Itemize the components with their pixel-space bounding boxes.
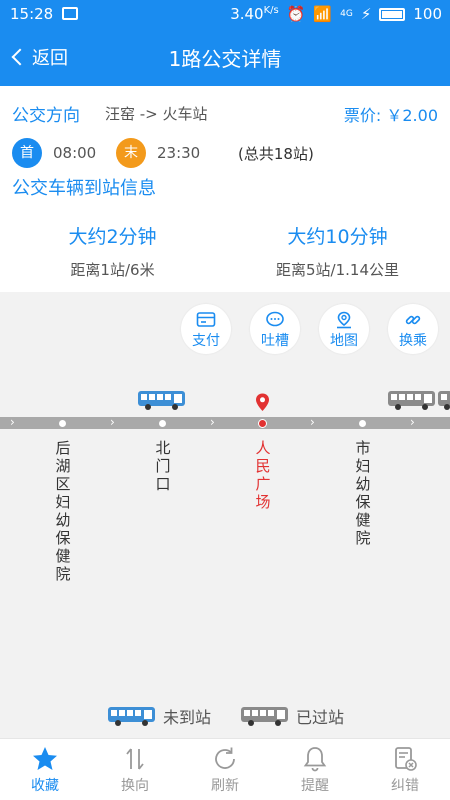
legend-arriving-label: 未到站 — [163, 708, 212, 727]
direction-arrow-icon: › — [410, 415, 415, 429]
first-bus-badge: 首 — [12, 138, 42, 168]
tab-label: 纠错 — [391, 778, 419, 794]
current-stop-marker — [258, 419, 267, 428]
signal-network: 4G — [340, 9, 353, 19]
nav-bar: 返回 1路公交详情 — [0, 28, 450, 86]
last-bus-badge: 末 — [116, 138, 146, 168]
passed-bus-icon — [388, 391, 435, 410]
payment-card-icon — [196, 312, 216, 327]
tab-label: 收藏 — [31, 778, 59, 794]
legend-passed: 已过站 — [240, 704, 344, 728]
network-speed: 3.40K/s — [230, 5, 279, 23]
bus-arrival-item: 大约2分钟 距离1站/6米 — [0, 222, 225, 280]
stop-marker — [59, 420, 66, 427]
map-label: 地图 — [330, 333, 358, 349]
direction-arrow-icon: › — [210, 415, 215, 429]
route-info-panel: 公交方向 汪窑 -> 火车站 票价: ￥2.00 首 08:00 末 23:30… — [0, 86, 450, 292]
map-button[interactable]: 地图 — [319, 304, 369, 354]
arrival-info-title: 公交车辆到站信息 — [12, 178, 156, 199]
first-bus-time: 08:00 — [53, 144, 97, 162]
last-bus-time: 23:30 — [157, 144, 201, 162]
direction-arrow-icon: › — [110, 415, 115, 429]
battery-level: 100 — [413, 5, 442, 23]
incoming-bus-icon — [108, 706, 155, 726]
image-notification-icon — [62, 7, 78, 20]
bell-icon — [303, 747, 327, 772]
alarm-icon: ⏰ — [286, 5, 306, 23]
tab-swap-direction[interactable]: 换向 — [90, 739, 180, 800]
transfer-label: 换乘 — [399, 333, 427, 349]
map-pin-icon — [337, 311, 351, 329]
direction-arrow-icon: › — [10, 415, 15, 429]
location-pin-icon — [256, 393, 269, 411]
bus-eta: 大约10分钟 — [287, 226, 388, 248]
refresh-icon — [215, 747, 235, 769]
route-map[interactable]: 支付 吐槽 地图 换乘 › › › › › 后湖区妇幼保健院 北门口 人民广场 … — [0, 292, 450, 738]
tab-report-error[interactable]: 纠错 — [360, 739, 450, 800]
bottom-tab-bar: 收藏 换向 刷新 提醒 纠错 — [0, 738, 450, 800]
comment-label: 吐槽 — [261, 333, 289, 349]
status-bar: 15:28 3.40K/s ⏰ 📶 4G ⚡ 100 — [0, 0, 450, 28]
passed-bus-icon — [438, 391, 450, 410]
charging-icon: ⚡ — [360, 5, 372, 23]
swap-direction-icon — [126, 748, 144, 770]
legend-arriving: 未到站 — [107, 704, 211, 728]
stop-name[interactable]: 市妇幼保健院 — [355, 439, 371, 547]
bus-eta: 大约2分钟 — [68, 226, 157, 248]
map-legend: 未到站 已过站 — [0, 704, 450, 728]
pay-label: 支付 — [192, 333, 220, 349]
direction-label: 公交方向 — [12, 106, 80, 126]
pay-button[interactable]: 支付 — [181, 304, 231, 354]
tab-refresh[interactable]: 刷新 — [180, 739, 270, 800]
transfer-button[interactable]: 换乘 — [388, 304, 438, 354]
total-stops: (总共18站) — [238, 145, 314, 163]
battery-icon — [379, 7, 406, 21]
passed-bus-icon — [241, 706, 288, 726]
stop-name[interactable]: 后湖区妇幼保健院 — [55, 439, 71, 583]
tab-label: 提醒 — [301, 778, 329, 794]
legend-passed-label: 已过站 — [296, 708, 345, 727]
tab-label: 刷新 — [211, 778, 239, 794]
status-time: 15:28 — [10, 5, 54, 23]
stop-marker — [359, 420, 366, 427]
stop-marker — [159, 420, 166, 427]
direction-arrow-icon: › — [310, 415, 315, 429]
current-stop-name[interactable]: 人民广场 — [255, 439, 271, 511]
tab-label: 换向 — [121, 778, 149, 794]
incoming-bus-icon — [138, 391, 185, 410]
direction-value: 汪窑 -> 火车站 — [105, 105, 208, 123]
tab-reminder[interactable]: 提醒 — [270, 739, 360, 800]
bus-distance: 距离5站/1.14公里 — [276, 261, 399, 279]
comment-bubble-icon — [266, 311, 284, 327]
fare-text: 票价: ￥2.00 — [343, 106, 438, 125]
page-title: 1路公交详情 — [168, 47, 282, 71]
bus-distance: 距离1站/6米 — [70, 261, 155, 279]
bus-arrival-item: 大约10分钟 距离5站/1.14公里 — [225, 222, 450, 280]
transfer-link-icon — [405, 315, 421, 325]
wifi-icon: 📶 — [313, 5, 333, 23]
route-line: › › › › › — [0, 415, 450, 429]
comment-button[interactable]: 吐槽 — [250, 304, 300, 354]
report-error-icon — [395, 747, 417, 771]
stop-name[interactable]: 北门口 — [155, 439, 171, 493]
star-icon — [33, 747, 57, 770]
tab-favorite[interactable]: 收藏 — [0, 739, 90, 800]
